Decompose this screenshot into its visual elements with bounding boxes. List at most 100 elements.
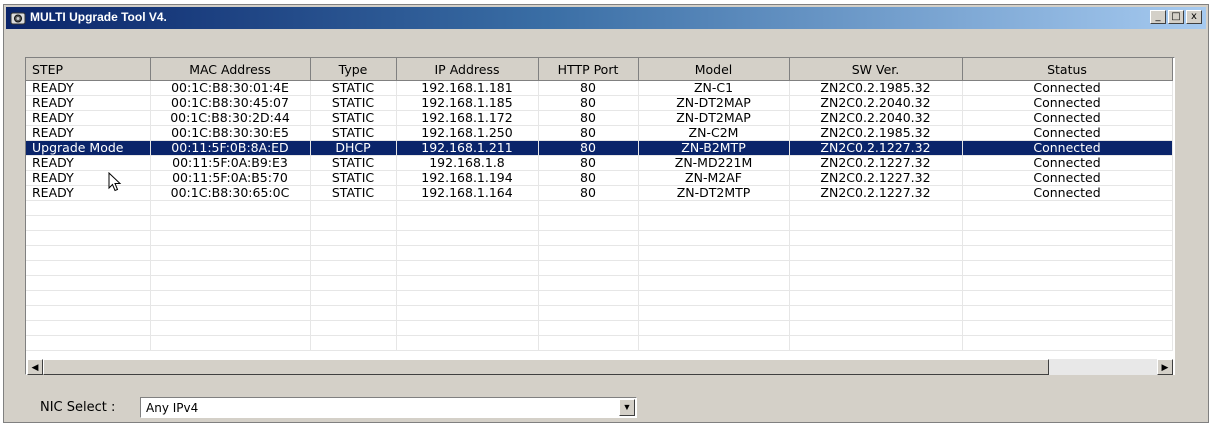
title-bar[interactable]: MULTI Upgrade Tool V4. _ □ x [6,7,1206,29]
empty-cell [638,305,790,321]
table-cell: ZN2C0.2.1227.32 [789,185,963,201]
empty-row [26,335,1173,351]
empty-cell [638,215,790,231]
table-cell: ZN2C0.2.1985.32 [789,80,963,96]
column-header[interactable]: SW Ver. [789,58,963,81]
empty-cell [789,275,963,291]
empty-cell [150,320,311,336]
app-icon [10,12,26,25]
empty-cell [310,290,397,306]
window-title: MULTI Upgrade Tool V4. [30,10,167,24]
maximize-button[interactable]: □ [1168,10,1184,24]
empty-cell [962,305,1173,321]
table-cell: ZN-C1 [638,80,790,96]
table-row[interactable]: READY 00:1C:B8:30:01:4E STATIC 192.168.1.18… [26,80,1173,96]
column-header[interactable]: Model [638,58,790,81]
table-cell: ZN2C0.2.1227.32 [789,170,963,186]
empty-cell [150,260,311,276]
column-header[interactable]: IP Address [396,58,539,81]
table-cell: READY [26,185,151,201]
table-cell: ZN-B2MTP [638,140,790,156]
column-header[interactable]: HTTP Port [538,58,639,81]
empty-cell [150,290,311,306]
table-row[interactable]: READY 00:1C:B8:30:45:07 STATIC 192.168.1.18… [26,95,1173,111]
table-cell: ZN2C0.2.1227.32 [789,155,963,171]
empty-cell [538,290,639,306]
table-row[interactable]: READY 00:1C:B8:30:30:E5 STATIC 192.168.1.25… [26,125,1173,141]
empty-cell [310,320,397,336]
horizontal-scrollbar[interactable]: ◀ ▶ [27,359,1173,375]
table-cell: ZN2C0.2.2040.32 [789,95,963,111]
empty-cell [310,245,397,261]
table-cell: ZN-C2M [638,125,790,141]
table-cell: 00:1C:B8:30:01:4E [150,80,311,96]
empty-cell [26,335,151,351]
table-cell: 192.168.1.211 [396,140,539,156]
table-cell: 192.168.1.194 [396,170,539,186]
column-header[interactable]: MAC Address [150,58,311,81]
close-button[interactable]: x [1186,10,1202,24]
dropdown-arrow-icon[interactable]: ▼ [619,399,635,416]
empty-cell [26,230,151,246]
table-cell: Connected [962,140,1173,156]
column-header[interactable]: Type [310,58,397,81]
device-list[interactable]: STEP MAC Address Type IP Address HTTP Port Mo… [25,57,1175,375]
table-cell: STATIC [310,125,397,141]
table-row[interactable]: Upgrade Mode 00:11:5F:0B:8A:ED DHCP 192.168… [26,140,1173,156]
empty-cell [26,200,151,216]
table-cell: Connected [962,185,1173,201]
table-cell: STATIC [310,170,397,186]
empty-cell [962,290,1173,306]
empty-cell [150,245,311,261]
empty-cell [396,200,539,216]
empty-cell [396,320,539,336]
table-row[interactable]: READY 00:1C:B8:30:2D:44 STATIC 192.168.1.17… [26,110,1173,126]
table-cell: STATIC [310,80,397,96]
table-cell: Connected [962,155,1173,171]
empty-cell [310,335,397,351]
scroll-right-arrow-icon[interactable]: ▶ [1157,359,1173,375]
table-cell: STATIC [310,185,397,201]
empty-cell [538,260,639,276]
empty-cell [396,260,539,276]
empty-cell [538,335,639,351]
table-row[interactable]: READY 00:11:5F:0A:B9:E3 STATIC 192.168.1.8 8… [26,155,1173,171]
table-row[interactable]: READY 00:1C:B8:30:65:0C STATIC 192.168.1.16… [26,185,1173,201]
table-cell: Connected [962,110,1173,126]
table-cell: READY [26,125,151,141]
empty-cell [789,245,963,261]
table-cell: 80 [538,170,639,186]
table-cell: READY [26,170,151,186]
empty-cell [638,260,790,276]
empty-cell [962,260,1173,276]
scroll-left-arrow-icon[interactable]: ◀ [27,359,43,375]
table-cell: 80 [538,185,639,201]
table-row[interactable]: READY 00:11:5F:0A:B5:70 STATIC 192.168.1.19… [26,170,1173,186]
table-cell: ZN-M2AF [638,170,790,186]
empty-cell [789,305,963,321]
empty-cell [962,275,1173,291]
table-cell: ZN-MD221M [638,155,790,171]
empty-cell [538,320,639,336]
empty-cell [789,230,963,246]
empty-row [26,275,1173,291]
column-header[interactable]: STEP [26,58,151,81]
nic-select-dropdown[interactable]: Any IPv4 ▼ [140,397,637,418]
table-cell: ZN-DT2MAP [638,110,790,126]
empty-cell [789,290,963,306]
empty-cell [789,320,963,336]
table-cell: 00:1C:B8:30:30:E5 [150,125,311,141]
scroll-thumb[interactable] [43,359,1049,375]
empty-cell [396,215,539,231]
table-cell: STATIC [310,110,397,126]
minimize-button[interactable]: _ [1150,10,1166,24]
empty-cell [962,215,1173,231]
empty-cell [150,215,311,231]
empty-cell [310,260,397,276]
empty-cell [310,230,397,246]
empty-cell [538,245,639,261]
empty-cell [638,275,790,291]
table-cell: 00:11:5F:0A:B5:70 [150,170,311,186]
nic-selected-value: Any IPv4 [146,401,199,415]
column-header[interactable]: Status [962,58,1173,81]
